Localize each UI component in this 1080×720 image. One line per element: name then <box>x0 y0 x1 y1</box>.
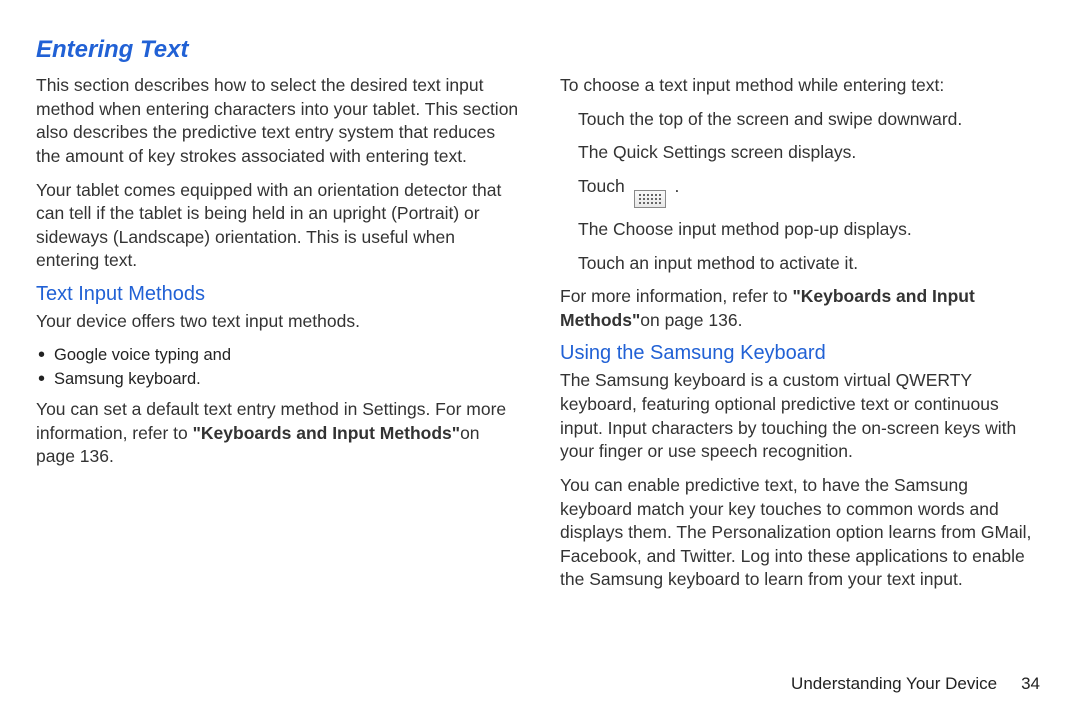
subheading-text-input-methods: Text Input Methods <box>36 283 520 306</box>
left-column: This section describes how to select the… <box>36 74 520 602</box>
keyboard-icon-grid <box>639 194 661 204</box>
text-segment: Touch <box>578 176 630 196</box>
keyboard-icon <box>634 190 666 208</box>
step-result: The Quick Settings screen displays. <box>578 141 1044 165</box>
document-page: Entering Text This section describes how… <box>0 0 1080 720</box>
footer-page-number: 34 <box>1021 674 1040 693</box>
subheading-samsung-keyboard: Using the Samsung Keyboard <box>560 342 1044 365</box>
steps-block: Touch the top of the screen and swipe do… <box>560 108 1044 276</box>
samsung-kb-paragraph-1: The Samsung keyboard is a custom virtual… <box>560 369 1044 464</box>
text-segment: For more information, refer to <box>560 286 792 306</box>
methods-list: Google voice typing and Samsung keyboard… <box>36 344 520 391</box>
list-item: Samsung keyboard. <box>36 368 520 390</box>
step-text: Touch the top of the screen and swipe do… <box>578 108 1044 132</box>
list-item: Google voice typing and <box>36 344 520 366</box>
offers-paragraph: Your device offers two text input method… <box>36 310 520 334</box>
columns: This section describes how to select the… <box>36 74 1044 602</box>
more-info-paragraph: For more information, refer to "Keyboard… <box>560 285 1044 332</box>
step-text: Touch an input method to activate it. <box>578 252 1044 276</box>
intro-paragraph: This section describes how to select the… <box>36 74 520 169</box>
choose-intro: To choose a text input method while ente… <box>560 74 1044 98</box>
samsung-kb-paragraph-2: You can enable predictive text, to have … <box>560 474 1044 592</box>
text-segment: on page 136. <box>640 310 742 330</box>
page-footer: Understanding Your Device 34 <box>791 674 1040 694</box>
default-method-paragraph: You can set a default text entry method … <box>36 398 520 469</box>
page-title: Entering Text <box>36 36 1044 64</box>
step-text: Touch . <box>578 175 1044 208</box>
step-result: The Choose input method pop-up displays. <box>578 218 1044 242</box>
crossref-bold: "Keyboards and Input Methods" <box>193 423 460 443</box>
right-column: To choose a text input method while ente… <box>560 74 1044 602</box>
footer-section: Understanding Your Device <box>791 674 997 693</box>
text-segment: . <box>674 176 679 196</box>
orientation-paragraph: Your tablet comes equipped with an orien… <box>36 179 520 274</box>
